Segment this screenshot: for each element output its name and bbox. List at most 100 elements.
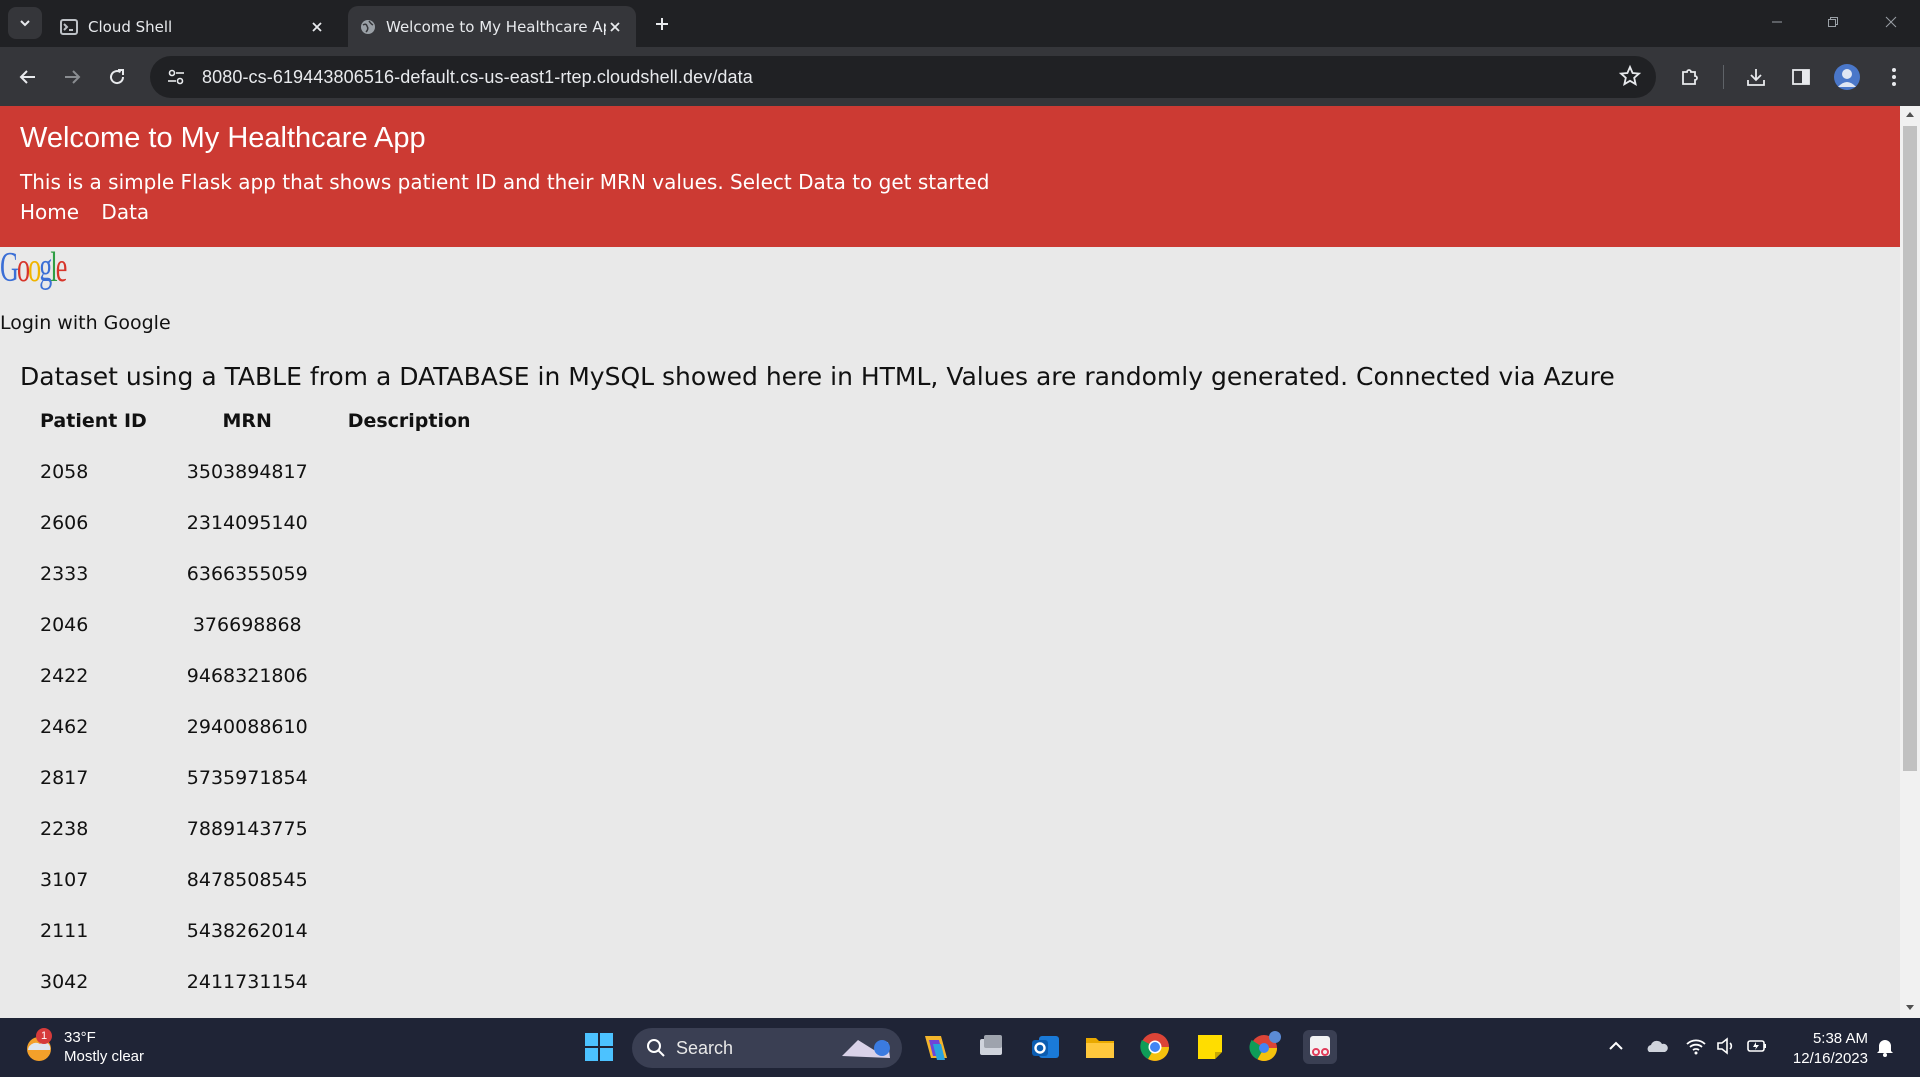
- table-row: 2333 6366355059: [20, 548, 491, 599]
- new-tab-button[interactable]: [650, 12, 674, 36]
- tab-healthcare-app[interactable]: Welcome to My Healthcare App: [348, 6, 636, 47]
- mrn-cell: 5438262014: [186, 919, 308, 942]
- close-icon: [1885, 16, 1897, 28]
- tab-title: Welcome to My Healthcare App: [386, 17, 606, 36]
- window-close-button[interactable]: [1876, 10, 1906, 34]
- url-text: 8080-cs-619443806516-default.cs-us-east1…: [202, 66, 753, 87]
- table-row: 2238 7889143775: [20, 803, 491, 854]
- description-cell: [328, 956, 491, 1007]
- sticky-notes-icon[interactable]: [1193, 1030, 1227, 1064]
- system-clock[interactable]: 5:38 AM 12/16/2023: [1784, 1029, 1868, 1069]
- description-cell: [328, 854, 491, 905]
- search-highlight-icon: [842, 1040, 890, 1058]
- page-header: Welcome to My Healthcare App This is a s…: [0, 106, 1900, 247]
- weather-widget[interactable]: 1 33°F Mostly clear: [22, 1028, 144, 1066]
- browser-menu-button[interactable]: [1880, 63, 1908, 91]
- google-logo-image[interactable]: Google: [0, 247, 67, 289]
- login-with-google-link[interactable]: Login with Google: [0, 312, 171, 334]
- patient-id-cell: 2817: [40, 766, 89, 789]
- puzzle-icon: [1682, 69, 1698, 85]
- snipping-tool-icon[interactable]: [1303, 1030, 1337, 1064]
- taskbar-search-box[interactable]: Search: [632, 1028, 902, 1068]
- battery-icon[interactable]: [1746, 1037, 1768, 1055]
- mrn-cell: 376698868: [192, 613, 302, 636]
- copilot-app-icon[interactable]: [919, 1030, 953, 1064]
- description-cell: [328, 650, 491, 701]
- patient-id-cell: 3042: [40, 970, 89, 993]
- notification-bell-icon[interactable]: [1876, 1037, 1894, 1057]
- mrn-cell: 3503894817: [186, 460, 308, 483]
- browser-tab-bar: Cloud Shell Welcome to My Healthcare App: [0, 0, 1920, 47]
- patient-id-cell: 3107: [40, 868, 89, 891]
- patient-id-cell: 2422: [40, 664, 89, 687]
- mrn-cell: 6366355059: [186, 562, 308, 585]
- clock-time: 5:38 AM: [1812, 1030, 1868, 1047]
- mrn-cell: 7889143775: [186, 817, 308, 840]
- description-cell: [328, 803, 491, 854]
- patient-id-cell: 2058: [40, 460, 89, 483]
- table-row: 2817 5735971854: [20, 752, 491, 803]
- task-view-icon[interactable]: [974, 1030, 1008, 1064]
- description-cell: [328, 599, 491, 650]
- weather-description: Mostly clear: [64, 1048, 145, 1065]
- profile-avatar[interactable]: [1834, 64, 1860, 90]
- tab-search-button[interactable]: [8, 7, 42, 39]
- patient-id-cell: 2462: [40, 715, 89, 738]
- nav-link-data[interactable]: Data: [101, 200, 149, 224]
- reload-button[interactable]: [103, 63, 131, 91]
- minimize-button[interactable]: [1762, 10, 1792, 34]
- patient-id-cell: 2333: [40, 562, 89, 585]
- description-cell: [328, 548, 491, 599]
- web-page: Welcome to My Healthcare App This is a s…: [0, 106, 1900, 1018]
- weather-temperature: 33°F: [64, 1029, 96, 1046]
- scrollbar-thumb[interactable]: [1903, 126, 1917, 771]
- description-cell: [328, 701, 491, 752]
- chevron-up-icon[interactable]: [1607, 1037, 1625, 1055]
- windows-start-button[interactable]: [582, 1030, 616, 1064]
- description-cell: [328, 446, 491, 497]
- side-panel-button[interactable]: [1787, 63, 1815, 91]
- close-icon[interactable]: [606, 18, 624, 36]
- chrome-app-icon[interactable]: [1138, 1030, 1172, 1064]
- description-cell: [328, 905, 491, 956]
- page-subtitle: This is a simple Flask app that shows pa…: [20, 170, 990, 194]
- address-bar[interactable]: 8080-cs-619443806516-default.cs-us-east1…: [150, 56, 1656, 98]
- weather-icon: 1: [22, 1028, 56, 1064]
- download-icon: [1747, 69, 1765, 86]
- restore-button[interactable]: [1818, 10, 1848, 34]
- scroll-up-icon[interactable]: [1905, 110, 1915, 118]
- kebab-menu-icon: [1892, 68, 1896, 86]
- site-info-icon[interactable]: [162, 63, 190, 91]
- close-icon[interactable]: [308, 18, 326, 36]
- windows-logo-icon: [585, 1033, 613, 1061]
- bookmark-star-icon[interactable]: [1618, 64, 1642, 93]
- tab-cloud-shell[interactable]: Cloud Shell: [48, 6, 338, 47]
- mrn-cell: 5735971854: [186, 766, 308, 789]
- downloads-button[interactable]: [1742, 63, 1770, 91]
- table-row: 2422 9468321806: [20, 650, 491, 701]
- forward-button[interactable]: [58, 63, 86, 91]
- description-cell: [328, 497, 491, 548]
- scroll-down-icon[interactable]: [1905, 1004, 1915, 1012]
- description-cell: [328, 752, 491, 803]
- wifi-icon[interactable]: [1685, 1037, 1707, 1055]
- extensions-button[interactable]: [1676, 63, 1704, 91]
- globe-icon: [361, 19, 375, 34]
- windows-taskbar: 1 33°F Mostly clear Search 5:38 AM 12/16…: [0, 1018, 1920, 1077]
- clock-date: 12/16/2023: [1792, 1050, 1868, 1067]
- mrn-cell: 9468321806: [186, 664, 308, 687]
- browser-toolbar: 8080-cs-619443806516-default.cs-us-east1…: [0, 47, 1920, 106]
- plus-icon: [656, 18, 668, 30]
- volume-icon[interactable]: [1716, 1037, 1736, 1055]
- nav-link-home[interactable]: Home: [20, 200, 79, 224]
- table-row: 2606 2314095140: [20, 497, 491, 548]
- onedrive-icon[interactable]: [1645, 1037, 1669, 1055]
- file-explorer-icon[interactable]: [1083, 1030, 1117, 1064]
- page-scrollbar[interactable]: [1900, 106, 1920, 1018]
- outlook-app-icon[interactable]: [1029, 1030, 1063, 1064]
- avatar-icon: [1838, 69, 1856, 87]
- page-title: Welcome to My Healthcare App: [20, 122, 426, 154]
- chrome-profile-app-icon[interactable]: [1248, 1030, 1282, 1064]
- back-button[interactable]: [14, 63, 42, 91]
- weather-alert-badge: 1: [36, 1028, 52, 1044]
